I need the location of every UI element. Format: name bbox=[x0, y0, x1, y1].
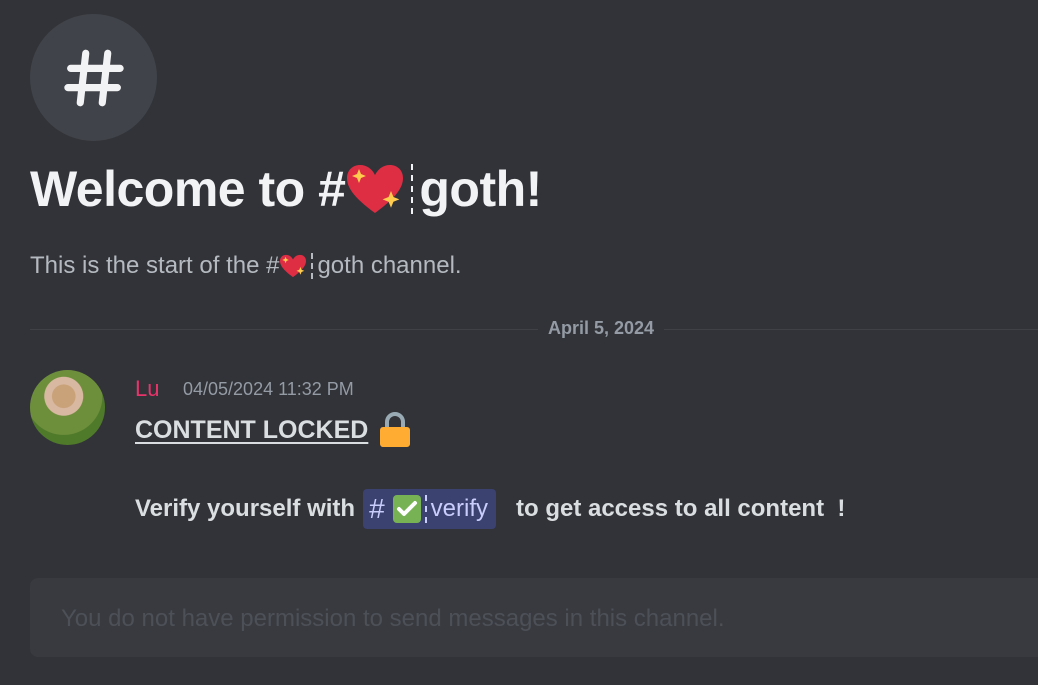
separator bbox=[411, 164, 414, 214]
author-name[interactable]: Lu bbox=[135, 376, 159, 402]
channel-mention-verify[interactable]: # verify bbox=[363, 489, 496, 529]
channel-avatar bbox=[30, 14, 157, 141]
verify-suffix: to get access to all content ! bbox=[516, 495, 846, 522]
sparkling-heart-icon bbox=[280, 254, 307, 278]
date-divider-label: April 5, 2024 bbox=[538, 318, 665, 339]
welcome-prefix: Welcome to # bbox=[30, 161, 346, 217]
heading-text: CONTENT LOCKED bbox=[135, 415, 369, 444]
sub-prefix: This is the start of the # bbox=[30, 252, 280, 279]
hash-icon bbox=[63, 49, 124, 106]
verify-prefix: Verify yourself with bbox=[135, 495, 356, 522]
channel-name: goth! bbox=[419, 161, 542, 217]
composer-placeholder: You do not have permission to send messa… bbox=[61, 605, 725, 632]
separator bbox=[311, 253, 314, 279]
message-timestamp: 04/05/2024 11:32 PM bbox=[183, 379, 354, 399]
verify-message: Verify yourself with # verify to get acc… bbox=[135, 489, 845, 529]
date-divider bbox=[30, 329, 1038, 330]
avatar[interactable] bbox=[30, 370, 105, 445]
lock-icon bbox=[380, 412, 411, 447]
sub-suffix: goth channel. bbox=[317, 252, 462, 279]
welcome-title: Welcome to # goth! bbox=[30, 160, 542, 218]
mention-hash: # bbox=[369, 493, 385, 524]
separator bbox=[424, 495, 427, 523]
mention-name: verify bbox=[430, 495, 488, 522]
check-mark-icon bbox=[392, 495, 421, 523]
sparkling-heart-icon bbox=[347, 165, 404, 213]
channel-start-text: This is the start of the # goth channel. bbox=[30, 252, 462, 280]
message-composer-disabled: You do not have permission to send messa… bbox=[30, 578, 1038, 657]
message-heading: CONTENT LOCKED bbox=[135, 412, 412, 448]
